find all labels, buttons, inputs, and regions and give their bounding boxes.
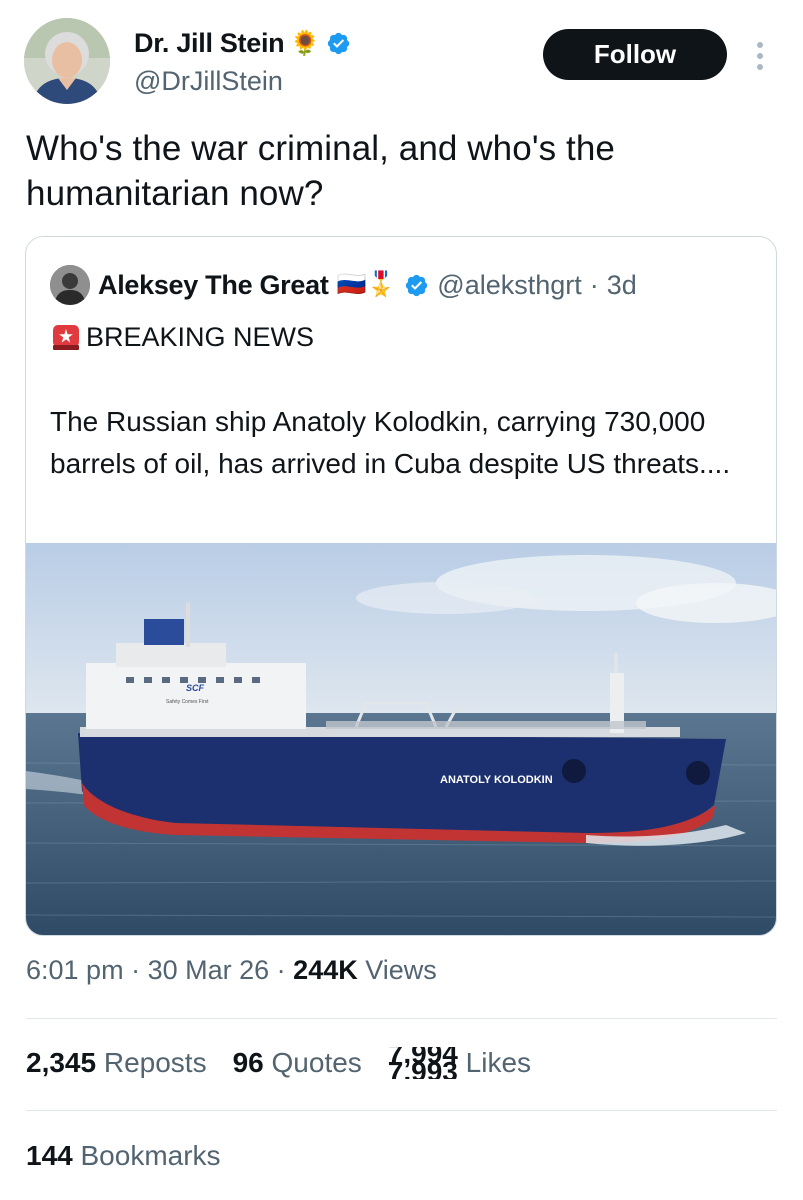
author-name[interactable]: Dr. Jill Stein bbox=[134, 28, 285, 59]
likes-label: Likes bbox=[465, 1047, 532, 1078]
more-options-icon[interactable] bbox=[752, 40, 768, 72]
views-label: Views bbox=[365, 955, 437, 985]
bookmarks-label: Bookmarks bbox=[80, 1140, 221, 1171]
tweet-date[interactable]: 30 Mar 26 bbox=[148, 955, 270, 985]
quoted-separator: · bbox=[589, 269, 599, 300]
likes-count-animated: 7,994 7,993 bbox=[388, 1047, 458, 1079]
quoted-tweet-text: The Russian ship Anatoly Kolodkin, carry… bbox=[50, 406, 731, 479]
hull-name-text: ANATOLY KOLODKIN bbox=[440, 774, 553, 786]
reposts-label: Reposts bbox=[103, 1047, 207, 1078]
sunflower-emoji: 🌻 bbox=[290, 29, 321, 57]
quoted-author-avatar[interactable] bbox=[50, 265, 90, 305]
tweet-meta: 6:01 pm · 30 Mar 26 · 244K Views bbox=[26, 955, 437, 986]
meta-separator: · bbox=[276, 955, 294, 985]
quoted-author-name[interactable]: Aleksey The Great bbox=[98, 270, 329, 301]
siren-icon bbox=[53, 325, 79, 350]
divider bbox=[26, 1018, 777, 1019]
author-name-row[interactable]: Dr. Jill Stein 🌻 bbox=[134, 28, 351, 59]
likes-count: 7,993 bbox=[387, 1056, 458, 1079]
quoted-tweet-age[interactable]: 3d bbox=[607, 270, 637, 301]
breaking-news-text: BREAKING NEWS bbox=[86, 321, 315, 352]
funnel-brand-text: SCF bbox=[186, 683, 205, 693]
quoted-tweet-header: Aleksey The Great 🇷🇺🎖️ @aleksthgrt · 3d bbox=[50, 265, 637, 305]
reposts-stat[interactable]: 2,345 Reposts bbox=[26, 1047, 207, 1079]
meta-separator: · bbox=[131, 955, 148, 985]
bookmarks-stat[interactable]: 144 Bookmarks bbox=[26, 1140, 221, 1172]
tweet-text: Who's the war criminal, and who's the hu… bbox=[26, 129, 615, 213]
quoted-author-avatar-image bbox=[50, 265, 90, 305]
verified-badge-icon bbox=[406, 274, 428, 296]
quotes-stat[interactable]: 96 Quotes bbox=[233, 1047, 362, 1079]
author-avatar-image bbox=[24, 18, 110, 104]
quoted-tweet-card[interactable]: Aleksey The Great 🇷🇺🎖️ @aleksthgrt · 3d … bbox=[25, 236, 777, 936]
verified-badge-icon bbox=[328, 32, 350, 55]
likes-stat[interactable]: 7,994 7,993 Likes bbox=[388, 1047, 531, 1079]
tweet-time[interactable]: 6:01 pm bbox=[26, 955, 124, 985]
quotes-count: 96 bbox=[232, 1047, 264, 1078]
engagement-stats: 2,345 Reposts 96 Quotes 7,994 7,993 Like… bbox=[26, 1047, 531, 1079]
author-handle[interactable]: @DrJillStein bbox=[134, 66, 283, 97]
follow-button[interactable]: Follow bbox=[543, 29, 727, 80]
divider bbox=[26, 1110, 777, 1111]
reposts-count: 2,345 bbox=[26, 1047, 97, 1078]
quoted-author-flag-emojis: 🇷🇺🎖️ bbox=[336, 271, 397, 298]
ship-photo[interactable]: SCF Safety Comes First ANATOLY KOLODKIN bbox=[26, 543, 777, 936]
bookmarks-count: 144 bbox=[26, 1140, 73, 1171]
breaking-news-heading: BREAKING NEWS bbox=[50, 321, 314, 353]
author-avatar[interactable] bbox=[24, 18, 110, 104]
views-count: 244K bbox=[293, 955, 358, 985]
quoted-author-handle[interactable]: @aleksthgrt bbox=[437, 270, 581, 301]
quotes-label: Quotes bbox=[271, 1047, 362, 1078]
bridge-slogan-text: Safety Comes First bbox=[166, 699, 209, 705]
